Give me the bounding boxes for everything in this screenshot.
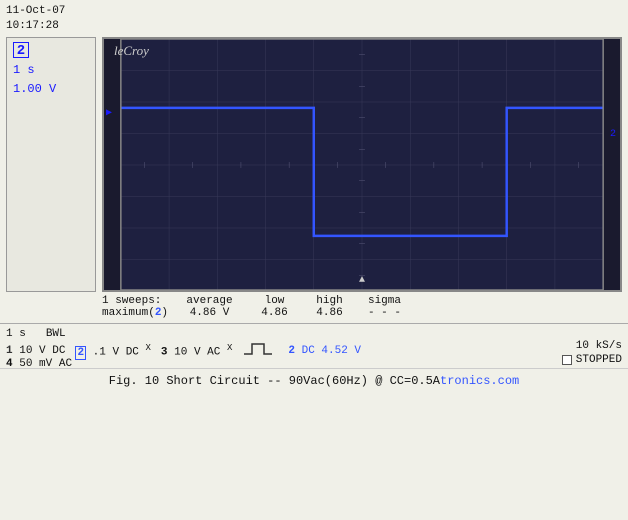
stats-values-row: maximum(2) 4.86 V 4.86 4.86 - - - <box>6 307 622 319</box>
ch3-volt: 10 <box>174 347 194 359</box>
stopped-row: STOPPED <box>562 354 622 366</box>
ch3-num: 3 <box>161 347 168 359</box>
stats-header-row: 1 sweeps: average low high sigma <box>6 295 622 307</box>
date-label: 11-Oct-07 <box>6 4 65 19</box>
ch1-coupling: DC <box>52 345 65 357</box>
channel-number: 2 <box>13 42 29 58</box>
sweeps-label: 1 sweeps: <box>102 295 172 307</box>
ch2-coupling: DC <box>126 347 139 359</box>
bottom-row1: 1 s BWL <box>6 328 622 340</box>
ch2-entry: 2 .1 V DC X <box>75 343 150 359</box>
maximum-label: maximum(2) <box>102 307 172 319</box>
high-label: high <box>302 295 357 307</box>
caption-suffix: tronics.com <box>440 374 519 388</box>
ch4-coupling: AC <box>59 358 72 370</box>
ch4-num: 4 <box>6 358 13 370</box>
trigger-arrow: ▶ <box>106 107 112 119</box>
average-label: average <box>172 295 247 307</box>
ch3-coupling: AC <box>207 347 220 359</box>
ch4-volt: 50 <box>19 358 39 370</box>
low-value: 4.86 <box>247 307 302 319</box>
ch1-entry: 1 10 V DC <box>6 345 65 357</box>
channel-marker-right: 2 <box>610 129 616 140</box>
ch4-entry: 4 50 mV AC <box>6 358 72 370</box>
scope-area: 2 1 s 1.00 V leCroy ▶ 2 ▲ <box>0 37 628 292</box>
bwl-label: BWL <box>46 328 66 340</box>
ch1-unit: V <box>39 345 46 357</box>
oscilloscope-display: leCroy ▶ 2 ▲ <box>102 37 622 292</box>
ch2-volt: .1 <box>93 347 113 359</box>
ch2-num: 2 <box>75 346 86 360</box>
bottom-arrow: ▲ <box>359 275 365 286</box>
caption-text: Fig. 10 Short Circuit -- 90Vac(60Hz) @ C… <box>109 374 440 388</box>
channel-info-box: 2 1 s 1.00 V <box>6 37 96 292</box>
volt-scale: 1.00 V <box>13 80 89 99</box>
ch2-unit: V <box>112 347 119 359</box>
time-setting: 1 s <box>6 328 26 340</box>
ch2-extra: X <box>146 343 151 353</box>
low-label: low <box>247 295 302 307</box>
pulse-symbol <box>244 342 272 360</box>
scope-svg <box>104 39 620 290</box>
date-time-display: 11-Oct-07 10:17:28 <box>6 4 65 35</box>
stats-section: 1 sweeps: average low high sigma maximum… <box>0 292 628 319</box>
bottom-section: 1 s BWL 1 10 V DC 2 .1 V DC X 3 10 V AC … <box>0 323 628 362</box>
ch2-dc-ch: 2 <box>288 345 295 357</box>
sigma-value: - - - <box>357 307 412 319</box>
ch2-dc-value: 2 DC 4.52 V <box>288 345 361 357</box>
time-label: 10:17:28 <box>6 19 65 34</box>
bottom-row2: 1 10 V DC 2 .1 V DC X 3 10 V AC X <box>6 342 622 360</box>
average-value: 4.86 V <box>172 307 247 319</box>
ch3-unit: V <box>194 347 201 359</box>
ch4-unit: mV <box>39 358 52 370</box>
sample-rate: 10 kS/s <box>562 340 622 352</box>
high-value: 4.86 <box>302 307 357 319</box>
sigma-label: sigma <box>357 295 412 307</box>
right-status: 10 kS/s STOPPED <box>562 340 622 366</box>
lecroy-brand: leCroy <box>114 43 149 59</box>
ch3-extra: X <box>227 343 232 353</box>
caption-bar: Fig. 10 Short Circuit -- 90Vac(60Hz) @ C… <box>0 368 628 390</box>
stopped-checkbox[interactable] <box>562 355 572 365</box>
ch1-num: 1 <box>6 345 13 357</box>
ch3-entry: 3 10 V AC X <box>161 343 232 359</box>
ch1-volt: 10 <box>19 345 39 357</box>
ch2-dc-label: DC 4.52 V <box>302 345 361 357</box>
stopped-label: STOPPED <box>576 354 622 366</box>
time-scale: 1 s <box>13 61 89 80</box>
